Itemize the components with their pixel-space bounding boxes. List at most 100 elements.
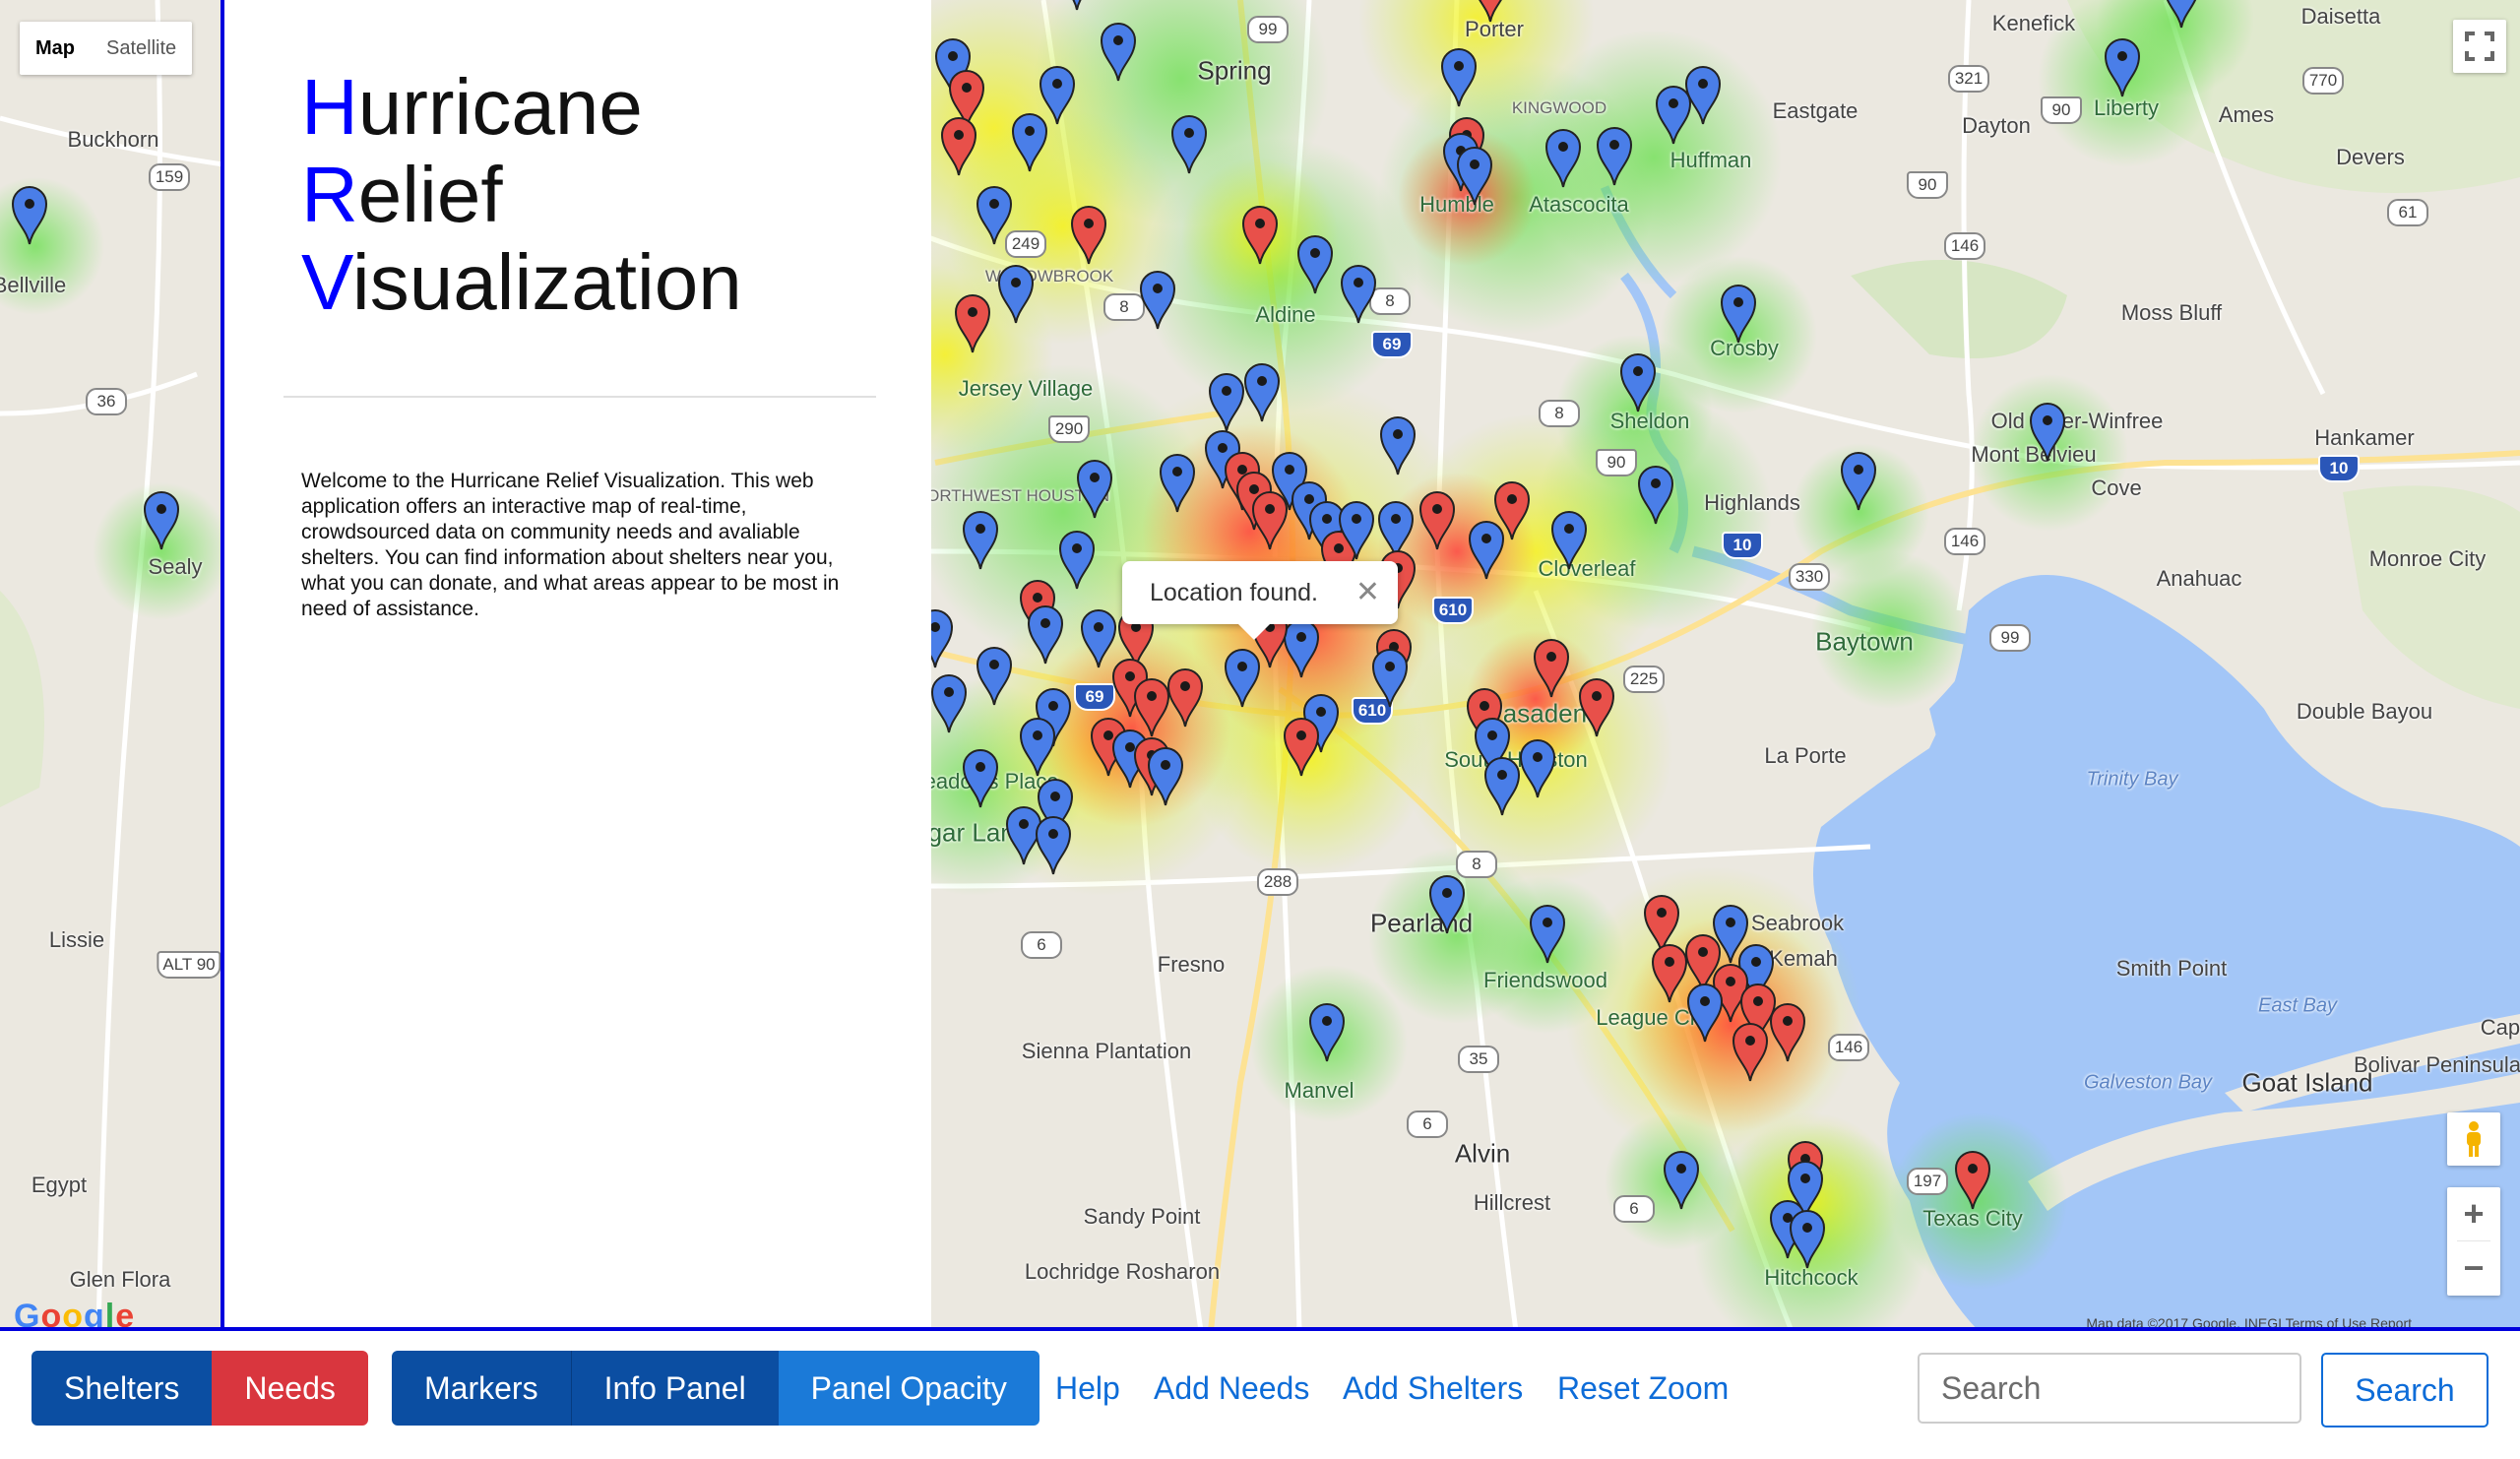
search-button[interactable]: Search xyxy=(2321,1353,2488,1427)
reset-zoom-link[interactable]: Reset Zoom xyxy=(1557,1351,1729,1426)
route-shield: ALT 90 xyxy=(157,951,221,979)
zoom-control[interactable]: + − xyxy=(2447,1187,2500,1296)
shelter-marker-icon[interactable] xyxy=(1159,453,1196,514)
map-type-control[interactable]: Map Satellite xyxy=(20,22,193,75)
need-marker-icon[interactable] xyxy=(1070,205,1107,266)
needs-button[interactable]: Needs xyxy=(212,1351,368,1426)
shelter-marker-icon[interactable] xyxy=(1019,717,1056,778)
shelter-marker-icon[interactable] xyxy=(1147,746,1184,807)
need-marker-icon[interactable] xyxy=(1418,490,1456,551)
shelter-marker-icon[interactable] xyxy=(1686,983,1724,1044)
fullscreen-button[interactable] xyxy=(2453,20,2506,73)
place-label: Sandy Point xyxy=(1083,1204,1201,1229)
shelter-marker-icon[interactable] xyxy=(976,646,1013,707)
need-marker-icon[interactable] xyxy=(940,116,977,177)
panel-opacity-button[interactable]: Panel Opacity xyxy=(778,1351,1040,1426)
shelter-marker-icon[interactable] xyxy=(976,185,1013,246)
need-marker-icon[interactable] xyxy=(1283,717,1320,778)
need-marker-icon[interactable] xyxy=(1769,1002,1806,1063)
need-marker-icon[interactable] xyxy=(1954,1150,1991,1211)
shelter-marker-icon[interactable] xyxy=(1308,1002,1346,1063)
shelter-marker-icon[interactable] xyxy=(1529,904,1566,965)
shelter-marker-icon[interactable] xyxy=(962,510,999,571)
shelter-marker-icon[interactable] xyxy=(1684,65,1722,126)
shelter-marker-icon[interactable] xyxy=(1789,1209,1826,1270)
add-shelters-link[interactable]: Add Shelters xyxy=(1343,1351,1523,1426)
shelter-marker-icon[interactable] xyxy=(1208,372,1245,433)
shelter-marker-icon[interactable] xyxy=(1483,756,1521,817)
shelter-marker-icon[interactable] xyxy=(2104,37,2141,98)
shelter-marker-icon[interactable] xyxy=(1296,234,1334,295)
shelter-marker-icon[interactable] xyxy=(1840,451,1877,512)
search-input[interactable] xyxy=(1918,1353,2301,1424)
shelter-marker-icon[interactable] xyxy=(1139,270,1176,331)
shelter-marker-icon[interactable] xyxy=(1468,520,1505,581)
need-marker-icon[interactable] xyxy=(1472,0,1509,24)
place-label: Sealy xyxy=(148,554,203,579)
shelter-marker-icon[interactable] xyxy=(1100,22,1137,83)
shelter-marker-icon[interactable] xyxy=(1076,459,1113,520)
place-label: KINGWOOD xyxy=(1511,98,1607,117)
bottom-navbar: Shelters Needs Markers Info Panel Panel … xyxy=(0,1327,2520,1459)
place-label: Kenefick xyxy=(1991,11,2076,35)
place-label: Alvin xyxy=(1454,1138,1511,1169)
shelter-marker-icon[interactable] xyxy=(1596,126,1633,187)
shelter-marker-icon[interactable] xyxy=(1058,0,1096,12)
place-label: Manvel xyxy=(1284,1078,1354,1103)
need-marker-icon[interactable] xyxy=(1651,943,1688,1004)
info-panel-button[interactable]: Info Panel xyxy=(571,1351,779,1426)
shelter-marker-icon[interactable] xyxy=(962,748,999,809)
shelter-marker-icon[interactable] xyxy=(1011,112,1048,173)
shelter-marker-icon[interactable] xyxy=(1550,510,1588,571)
map-type-satellite-button[interactable]: Satellite xyxy=(91,22,192,75)
shelter-marker-icon[interactable] xyxy=(2029,402,2066,463)
popup-close-icon[interactable]: ✕ xyxy=(1355,575,1380,609)
shelter-marker-icon[interactable] xyxy=(1371,648,1409,709)
shelter-marker-icon[interactable] xyxy=(1637,465,1674,526)
map-type-map-button[interactable]: Map xyxy=(20,22,91,75)
need-marker-icon[interactable] xyxy=(1241,205,1279,266)
help-link[interactable]: Help xyxy=(1055,1351,1120,1426)
route-shield: 99 xyxy=(1247,16,1289,43)
shelter-marker-icon[interactable] xyxy=(1428,874,1466,935)
shelter-marker-icon[interactable] xyxy=(1440,47,1478,108)
shelter-marker-icon[interactable] xyxy=(1519,738,1556,799)
shelter-marker-icon[interactable] xyxy=(1544,128,1582,189)
street-view-pegman[interactable] xyxy=(2447,1112,2500,1166)
shelter-marker-icon[interactable] xyxy=(1663,1150,1700,1211)
need-marker-icon[interactable] xyxy=(1732,1022,1769,1083)
shelter-marker-icon[interactable] xyxy=(1456,146,1493,207)
shelter-marker-icon[interactable] xyxy=(930,673,968,734)
need-marker-icon[interactable] xyxy=(1533,638,1570,699)
shelter-marker-icon[interactable] xyxy=(1170,114,1208,175)
shelter-marker-icon[interactable] xyxy=(1027,604,1064,666)
shelter-marker-icon[interactable] xyxy=(1338,500,1375,561)
route-shield: 69 xyxy=(1371,331,1413,358)
shelter-marker-icon[interactable] xyxy=(1224,648,1261,709)
shelter-marker-icon[interactable] xyxy=(11,185,48,246)
shelter-marker-icon[interactable] xyxy=(997,264,1035,325)
shelter-marker-icon[interactable] xyxy=(1243,362,1281,423)
shelter-marker-icon[interactable] xyxy=(1058,530,1096,591)
place-label: Egypt xyxy=(31,1173,88,1197)
shelter-marker-icon[interactable] xyxy=(143,490,180,551)
zoom-in-button[interactable]: + xyxy=(2447,1187,2500,1240)
need-marker-icon[interactable] xyxy=(954,293,991,354)
shelter-marker-icon[interactable] xyxy=(1340,264,1377,325)
markers-button[interactable]: Markers xyxy=(392,1351,572,1426)
shelter-marker-icon[interactable] xyxy=(1720,284,1757,345)
shelter-marker-icon[interactable] xyxy=(2163,0,2200,30)
zoom-out-button[interactable]: − xyxy=(2447,1241,2500,1295)
shelters-button[interactable]: Shelters xyxy=(32,1351,213,1426)
need-marker-icon[interactable] xyxy=(1578,677,1615,738)
route-shield: 10 xyxy=(1722,532,1763,559)
place-label: Monroe City xyxy=(2368,546,2487,571)
place-label: Ames xyxy=(2218,102,2275,127)
shelter-marker-icon[interactable] xyxy=(1619,352,1657,413)
route-shield: 69 xyxy=(1074,683,1115,711)
shelter-marker-icon[interactable] xyxy=(1379,415,1417,476)
add-needs-link[interactable]: Add Needs xyxy=(1154,1351,1309,1426)
place-label: Seabrook xyxy=(1750,911,1845,935)
shelter-marker-icon[interactable] xyxy=(1035,815,1072,876)
need-marker-icon[interactable] xyxy=(1166,667,1204,729)
